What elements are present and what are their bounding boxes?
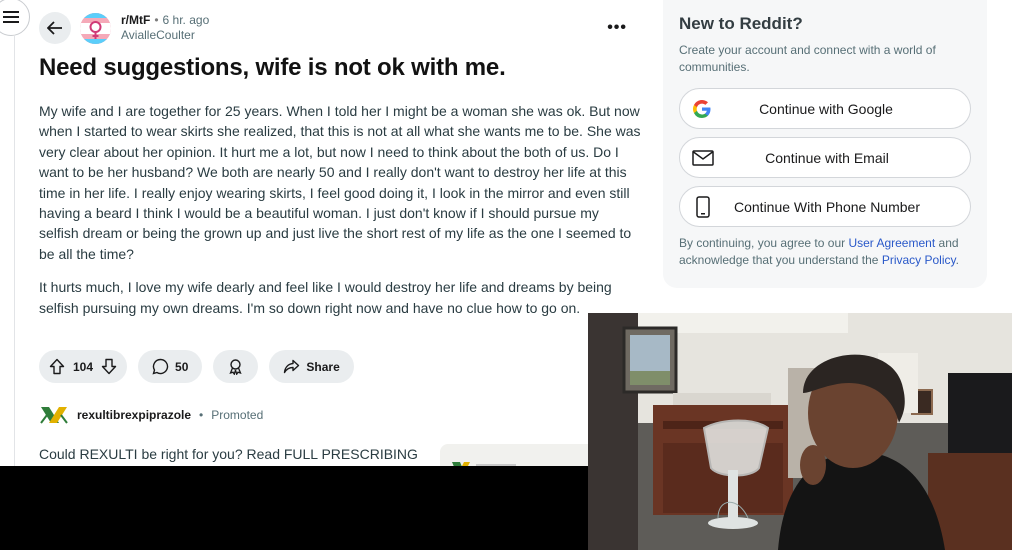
phone-icon [696, 195, 710, 218]
continue-with-google-button[interactable]: Continue with Google [679, 88, 971, 129]
post-time: 6 hr. ago [162, 13, 210, 27]
promoted-tag: Promoted [211, 408, 264, 422]
hamburger-icon [3, 11, 19, 23]
arrow-up-icon[interactable] [49, 358, 65, 375]
award-icon [229, 359, 243, 375]
post-paragraph: It hurts much, I love my wife dearly and… [39, 279, 612, 316]
black-overlay-bar [0, 466, 588, 550]
user-agreement-link[interactable]: User Agreement [848, 236, 935, 250]
email-label: Continue with Email [765, 149, 889, 166]
privacy-policy-link[interactable]: Privacy Policy [882, 253, 956, 267]
webcam-overlay [588, 313, 1012, 550]
post: r/MtF • 6 hr. ago AvialleCoulter ••• Nee… [39, 10, 649, 331]
arrow-down-icon[interactable] [101, 358, 117, 375]
comment-count: 50 [175, 359, 189, 374]
meta-separator: • [154, 13, 159, 27]
phone-label: Continue With Phone Number [734, 198, 920, 215]
share-arrow-icon [284, 359, 300, 374]
speech-bubble-icon [152, 358, 169, 375]
post-body: My wife and I are together for 25 years.… [39, 101, 641, 318]
comments-button[interactable]: 50 [138, 350, 203, 383]
arrow-left-icon [47, 21, 62, 35]
subreddit-avatar[interactable] [80, 12, 111, 44]
share-label: Share [306, 359, 340, 374]
meta-top: r/MtF • 6 hr. ago [121, 13, 209, 28]
vote-count: 104 [73, 359, 94, 374]
legal-prefix: By continuing, you agree to our [679, 236, 846, 250]
post-author[interactable]: AvialleCoulter [121, 28, 209, 43]
post-meta: r/MtF • 6 hr. ago AvialleCoulter [121, 13, 209, 43]
continue-with-phone-button[interactable]: Continue With Phone Number [679, 186, 971, 227]
signup-panel: New to Reddit? Create your account and c… [663, 0, 987, 288]
back-button[interactable] [39, 12, 71, 44]
award-button[interactable] [213, 350, 259, 383]
envelope-icon [692, 149, 714, 166]
post-paragraph: My wife and I are together for 25 years.… [39, 103, 641, 262]
vote-control: 104 [39, 350, 128, 383]
signup-subtitle: Create your account and connect with a w… [679, 43, 936, 74]
share-button[interactable]: Share [269, 350, 354, 383]
legal-suffix: . [955, 253, 959, 267]
continue-with-email-button[interactable]: Continue with Email [679, 137, 971, 178]
menu-button[interactable] [0, 0, 30, 36]
rexulti-logo-icon [39, 403, 69, 427]
post-header: r/MtF • 6 hr. ago AvialleCoulter ••• [39, 10, 649, 46]
left-rail-divider [14, 36, 15, 466]
promo-text[interactable]: Could REXULTI be right for you? Read FUL… [39, 446, 439, 462]
google-label: Continue with Google [759, 100, 893, 117]
promoted-header: rexultibrexpiprazole • Promoted [39, 403, 263, 427]
promo-author[interactable]: rexultibrexpiprazole [77, 408, 191, 422]
subreddit-name[interactable]: r/MtF [121, 13, 150, 28]
promo-separator: • [199, 408, 204, 422]
google-icon [693, 99, 711, 118]
post-title: Need suggestions, wife is not ok with me… [39, 54, 506, 81]
more-options-button[interactable]: ••• [607, 19, 627, 37]
signup-title: New to Reddit? [679, 14, 803, 33]
legal-text: By continuing, you agree to our User Agr… [679, 235, 971, 269]
post-actions: 104 50 Share [39, 350, 354, 383]
trans-symbol-icon [80, 12, 111, 44]
webcam-video-image [588, 313, 1012, 550]
